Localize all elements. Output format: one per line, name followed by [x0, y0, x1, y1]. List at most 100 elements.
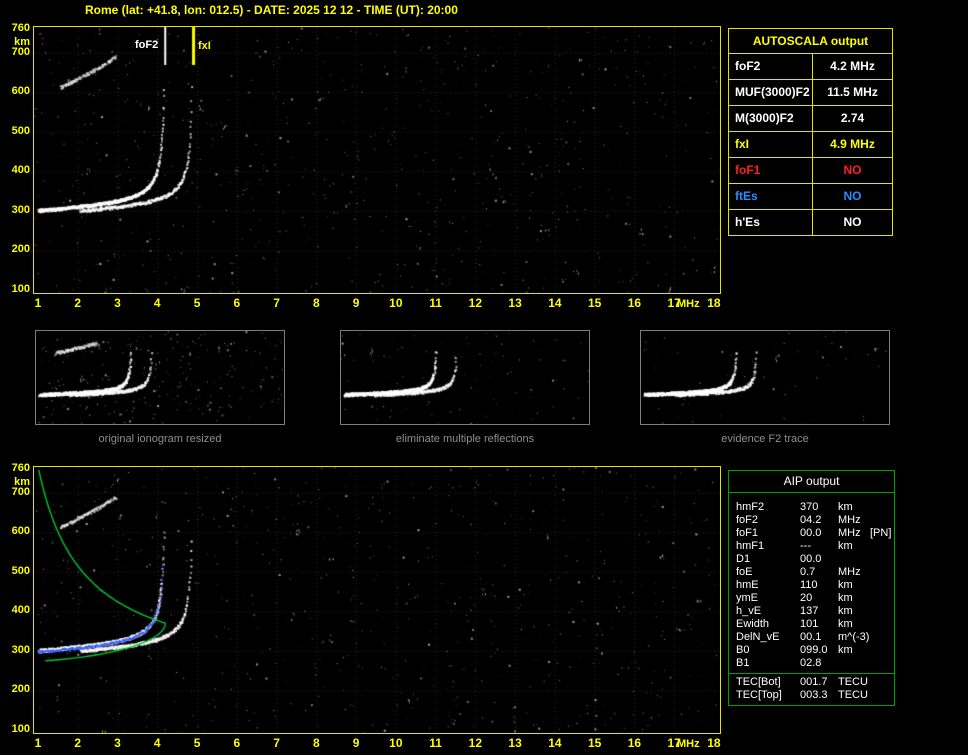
aip-value-hme: 110	[800, 579, 818, 591]
x-tick-label: 5	[193, 296, 201, 310]
thumbnail-eliminate-plot	[341, 331, 589, 424]
y-tick-label: 300	[11, 203, 30, 216]
aip-note-yme	[870, 592, 894, 605]
x-tick-label: 1	[34, 736, 42, 750]
x-tick-label: 14	[548, 296, 562, 310]
x-tick-label: 17	[667, 296, 681, 310]
y-tick-label: 300	[11, 643, 30, 656]
aip-unit-fof1: MHz	[838, 527, 861, 539]
x-tick-label: 15	[587, 736, 602, 750]
autoscala-value-fxi: 4.9 MHz	[830, 137, 875, 151]
autoscala-value-fof2: 4.2 MHz	[830, 59, 875, 73]
autoscala-row-ftes: ftEs NO	[729, 184, 892, 210]
x-tick-label: 18	[707, 736, 721, 750]
aip-param-hmf2: hmF2	[736, 501, 765, 513]
aip-row-b0: B0 099.0 km	[736, 644, 894, 657]
aip-unit-yme: km	[838, 592, 853, 604]
y-tick-label: 200	[11, 683, 30, 696]
aip-table-rows: hmF2 370 km foF2 04.2 MHz foF1 00.0 MHz [PN] hmF1 -…	[729, 493, 894, 705]
x-tick-label: 2	[74, 296, 82, 310]
thumbnail-evidence-f2	[640, 330, 890, 425]
x-tick-label: 9	[352, 296, 360, 310]
foF2-marker-label: foF2	[135, 39, 159, 51]
x-tick-label: 14	[548, 736, 562, 750]
y-tick-label: 100	[11, 283, 30, 295]
autoscala-param-fof2: foF2	[729, 54, 813, 79]
aip-note-ewidth	[870, 618, 894, 631]
aip-value-ewidth: 101	[800, 618, 819, 630]
aip-unit-hmf1: km	[838, 540, 853, 552]
aip-unit-b0: km	[838, 644, 853, 656]
x-tick-label: 15	[587, 296, 602, 310]
aip-separator	[729, 673, 894, 674]
x-tick-label: 4	[153, 736, 161, 750]
aip-unit-hve: km	[838, 605, 853, 617]
aip-param-b0: B0	[736, 644, 750, 656]
autoscala-row-fof1: foF1 NO	[729, 158, 892, 184]
aip-value-d1: 00.0	[800, 553, 822, 565]
autoscala-row-muf3000f2: MUF(3000)F2 11.5 MHz	[729, 80, 892, 106]
aip-unit-fof2: MHz	[838, 514, 861, 526]
aip-value-hmf2: 370	[800, 501, 819, 513]
ionogram-bottom-frame	[33, 466, 721, 734]
y-tick-label: 400	[11, 604, 30, 617]
aip-table-header: AIP output	[729, 471, 894, 493]
aip-row-b1: B1 02.8	[736, 657, 894, 670]
autoscala-value-fof1: NO	[843, 163, 862, 177]
y-tick-label: 100	[11, 723, 30, 735]
x-tick-label: 1	[34, 296, 42, 310]
aip-row-hve: h_vE 137 km	[736, 605, 894, 618]
aip-value-foe: 0.7	[800, 566, 816, 578]
aip-value-delnve: 00.1	[800, 631, 822, 643]
aip-note-hve	[870, 605, 894, 618]
aip-value-fof1: 00.0	[800, 527, 822, 539]
thumbnail-caption-original: original ionogram resized	[98, 433, 222, 445]
aip-row-hme: hmE 110 km	[736, 579, 894, 592]
y-tick-label: 500	[11, 564, 30, 577]
x-tick-label: 18	[707, 296, 721, 310]
x-tick-label: 3	[114, 296, 121, 310]
aip-param-yme: ymE	[736, 592, 758, 604]
thumbnail-caption-eliminate: eliminate multiple reflections	[395, 433, 535, 445]
autoscala-param-fof1: foF1	[729, 158, 813, 183]
aip-value-b1: 02.8	[800, 657, 822, 669]
autoscala-value-ftes: NO	[843, 189, 862, 203]
x-tick-label: 13	[508, 736, 522, 750]
aip-param-tecbot: TEC[Bot]	[736, 676, 781, 688]
aip-param-tectop: TEC[Top]	[736, 689, 782, 701]
x-tick-label: 7	[273, 736, 280, 750]
aip-row-d1: D1 00.0	[736, 553, 894, 566]
fxI-marker-label: fxI	[198, 40, 211, 52]
autoscala-param-hes: h'Es	[729, 210, 813, 235]
thumbnail-caption-evidence: evidence F2 trace	[721, 433, 809, 445]
aip-note-tecbot	[870, 676, 894, 689]
x-tick-label: 12	[468, 296, 483, 310]
aip-note-hmf2	[870, 501, 894, 514]
y-tick-label: 200	[11, 243, 30, 256]
autoscala-param-fxi: fxI	[729, 132, 813, 157]
y-tick-label: 400	[11, 164, 30, 177]
aip-param-delnve: DelN_vE	[736, 631, 780, 643]
aip-note-b0	[870, 644, 894, 657]
autoscala-value-muf3000f2: 11.5 MHz	[827, 85, 878, 99]
aip-note-b1	[870, 657, 894, 670]
aip-note-foe	[870, 566, 894, 579]
aip-row-fof1: foF1 00.0 MHz [PN]	[736, 527, 894, 540]
autoscala-row-m3000f2: M(3000)F2 2.74	[729, 106, 892, 132]
aip-unit-delnve: m^(-3)	[838, 631, 870, 643]
autoscala-param-m3000f2: M(3000)F2	[729, 106, 813, 131]
aip-row-hmf2: hmF2 370 km	[736, 501, 894, 514]
aip-note-fof2	[870, 514, 894, 527]
autoscala-value-hes: NO	[843, 215, 862, 229]
autoscala-param-ftes: ftEs	[729, 184, 813, 209]
x-tick-label: 3	[114, 736, 121, 750]
y-tick-label: 600	[11, 85, 30, 98]
y-tick-label: 760	[11, 22, 30, 34]
x-tick-label: 4	[153, 296, 161, 310]
aip-value-tecbot: 001.7	[800, 676, 828, 688]
x-tick-label: 11	[429, 296, 442, 310]
aip-value-hve: 137	[800, 605, 819, 617]
x-tick-label: 8	[312, 736, 320, 750]
autoscala-value-m3000f2: 2.74	[840, 111, 865, 125]
aip-note-tectop	[870, 689, 894, 702]
